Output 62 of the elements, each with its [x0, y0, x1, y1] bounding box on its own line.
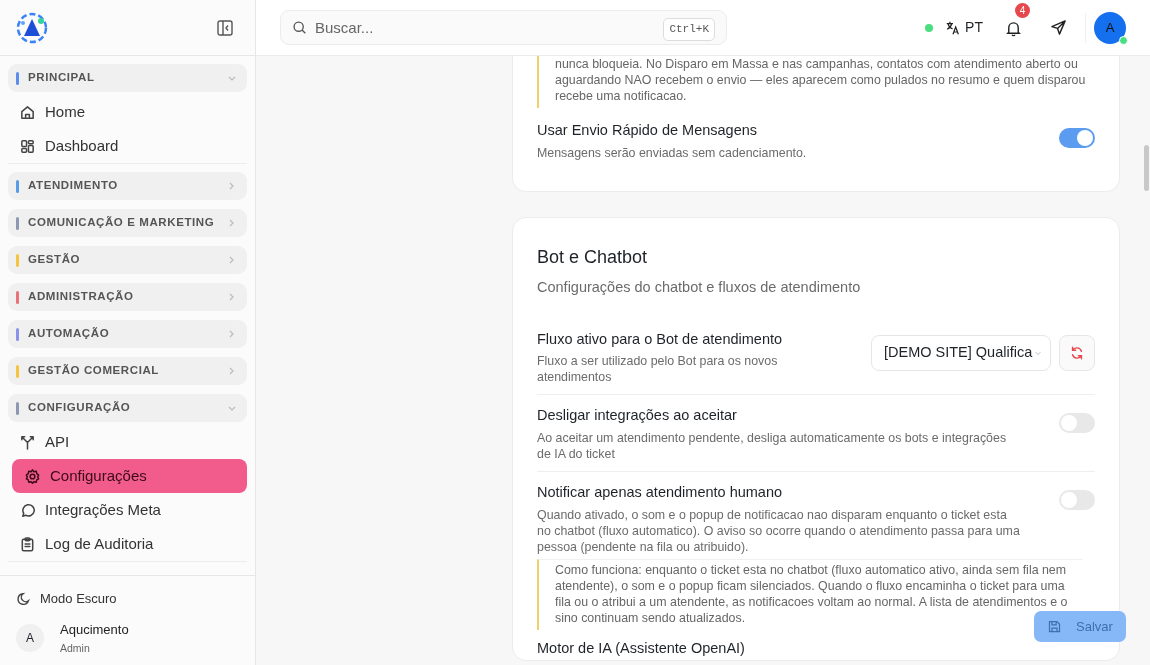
- nav-group-header[interactable]: GESTÃO COMERCIAL: [8, 357, 247, 385]
- dark-mode-toggle[interactable]: Modo Escuro: [16, 585, 239, 612]
- nav-item[interactable]: Integrações Meta: [8, 493, 247, 527]
- setting-title: Fluxo ativo para o Bot de atendimento: [537, 329, 784, 349]
- setting-title: Motor de IA (Assistente OpenAI): [537, 638, 746, 658]
- group-label: GESTÃO: [28, 252, 82, 268]
- nav-group-header[interactable]: GESTÃO: [8, 246, 247, 274]
- setting-title: Usar Envio Rápido de Mensagens: [537, 121, 759, 140]
- nav-item[interactable]: Configurações: [12, 459, 247, 493]
- toggle-switch[interactable]: [1059, 128, 1095, 148]
- refresh-button[interactable]: [1059, 334, 1095, 371]
- send-icon[interactable]: [1050, 19, 1067, 36]
- nav-group-header[interactable]: ADMINISTRAÇÃO: [8, 283, 247, 311]
- group-label: PRINCIPAL: [28, 70, 96, 86]
- clipboard-icon: [19, 535, 36, 553]
- nav-group-header[interactable]: AUTOMAÇÃO: [8, 320, 247, 348]
- notification-count: 4: [1015, 2, 1030, 18]
- moon-icon: [16, 590, 32, 607]
- setting-description: Fluxo a ser utilizado pelo Bot para os novos atendimentos: [537, 353, 779, 386]
- grid-icon: [19, 137, 36, 155]
- nav-item[interactable]: Log de Auditoria: [8, 527, 247, 561]
- user-role: Admin: [60, 641, 91, 657]
- setting-description: Ao aceitar um atendimento pendente, desliga automaticamente os bots e integrações de IA do ticket: [537, 430, 1008, 462]
- group-label: CONFIGURAÇÃO: [28, 400, 132, 416]
- setting-title: Notificar apenas atendimento humano: [537, 483, 784, 502]
- setting-description: Mensagens serão enviadas sem cadenciamento.: [537, 144, 808, 161]
- search-icon: [292, 20, 307, 35]
- group-label: ADMINISTRAÇÃO: [28, 289, 135, 305]
- nav-group-header[interactable]: ATENDIMENTO: [8, 172, 247, 200]
- nav-group-header[interactable]: CONFIGURAÇÃO: [8, 394, 247, 422]
- sidebar-collapse-icon[interactable]: [217, 19, 233, 36]
- nav-item[interactable]: Dashboard: [8, 129, 247, 163]
- fork-icon: [19, 433, 36, 451]
- settings-icon: [24, 467, 41, 485]
- setting-title: Desligar integrações ao aceitar: [537, 406, 738, 426]
- home-icon: [19, 103, 36, 121]
- group-label: AUTOMAÇÃO: [28, 326, 111, 342]
- user-avatar[interactable]: A: [1094, 11, 1126, 44]
- user-name: Aqucimento: [60, 620, 129, 639]
- section-subtitle: Configurações do chatbot e fluxos de atendimento: [537, 277, 862, 297]
- nav-group-header[interactable]: PRINCIPAL: [8, 64, 247, 92]
- nav-item[interactable]: Home: [8, 95, 247, 129]
- shortcut-hint: Ctrl+K: [663, 18, 715, 41]
- info-note: nunca bloqueia. No Disparo em Massa e nas campanhas, contatos com atendimento aberto ou aguardando NAO recebem o envio — eles aparecem como pulados no resumo e quem disparou recebe uma notificacao.: [537, 56, 1093, 108]
- notification-bell-icon[interactable]: [1005, 19, 1022, 37]
- group-label: GESTÃO COMERCIAL: [28, 363, 160, 379]
- chat-bubble-icon: [19, 501, 36, 519]
- logo: [15, 10, 49, 45]
- nav-item[interactable]: API: [8, 425, 247, 459]
- setting-description: Quando ativado, o som e o popup de notificacao nao disparam enquanto o ticket esta no chatbot (fluxo automatico). O aviso so ocorre quando o atendimento passa para uma pessoa (pendente na fila ou atribuido).: [537, 506, 1021, 555]
- group-label: COMUNICAÇÃO E MARKETING: [28, 215, 216, 231]
- save-icon: [1047, 619, 1063, 634]
- user-avatar: A: [16, 624, 44, 653]
- translate-icon: [945, 19, 962, 36]
- section-title: Bot e Chatbot: [537, 245, 649, 269]
- scrollbar-thumb[interactable]: [1144, 145, 1149, 191]
- refresh-icon: [1069, 344, 1085, 361]
- flow-select[interactable]: [DEMO SITE] Qualifica: [871, 334, 1051, 371]
- group-label: ATENDIMENTO: [28, 178, 119, 194]
- nav-group-header[interactable]: COMUNICAÇÃO E MARKETING: [8, 209, 247, 237]
- select-value: [DEMO SITE] Qualifica: [884, 342, 1033, 362]
- language-switcher[interactable]: PT: [945, 17, 983, 38]
